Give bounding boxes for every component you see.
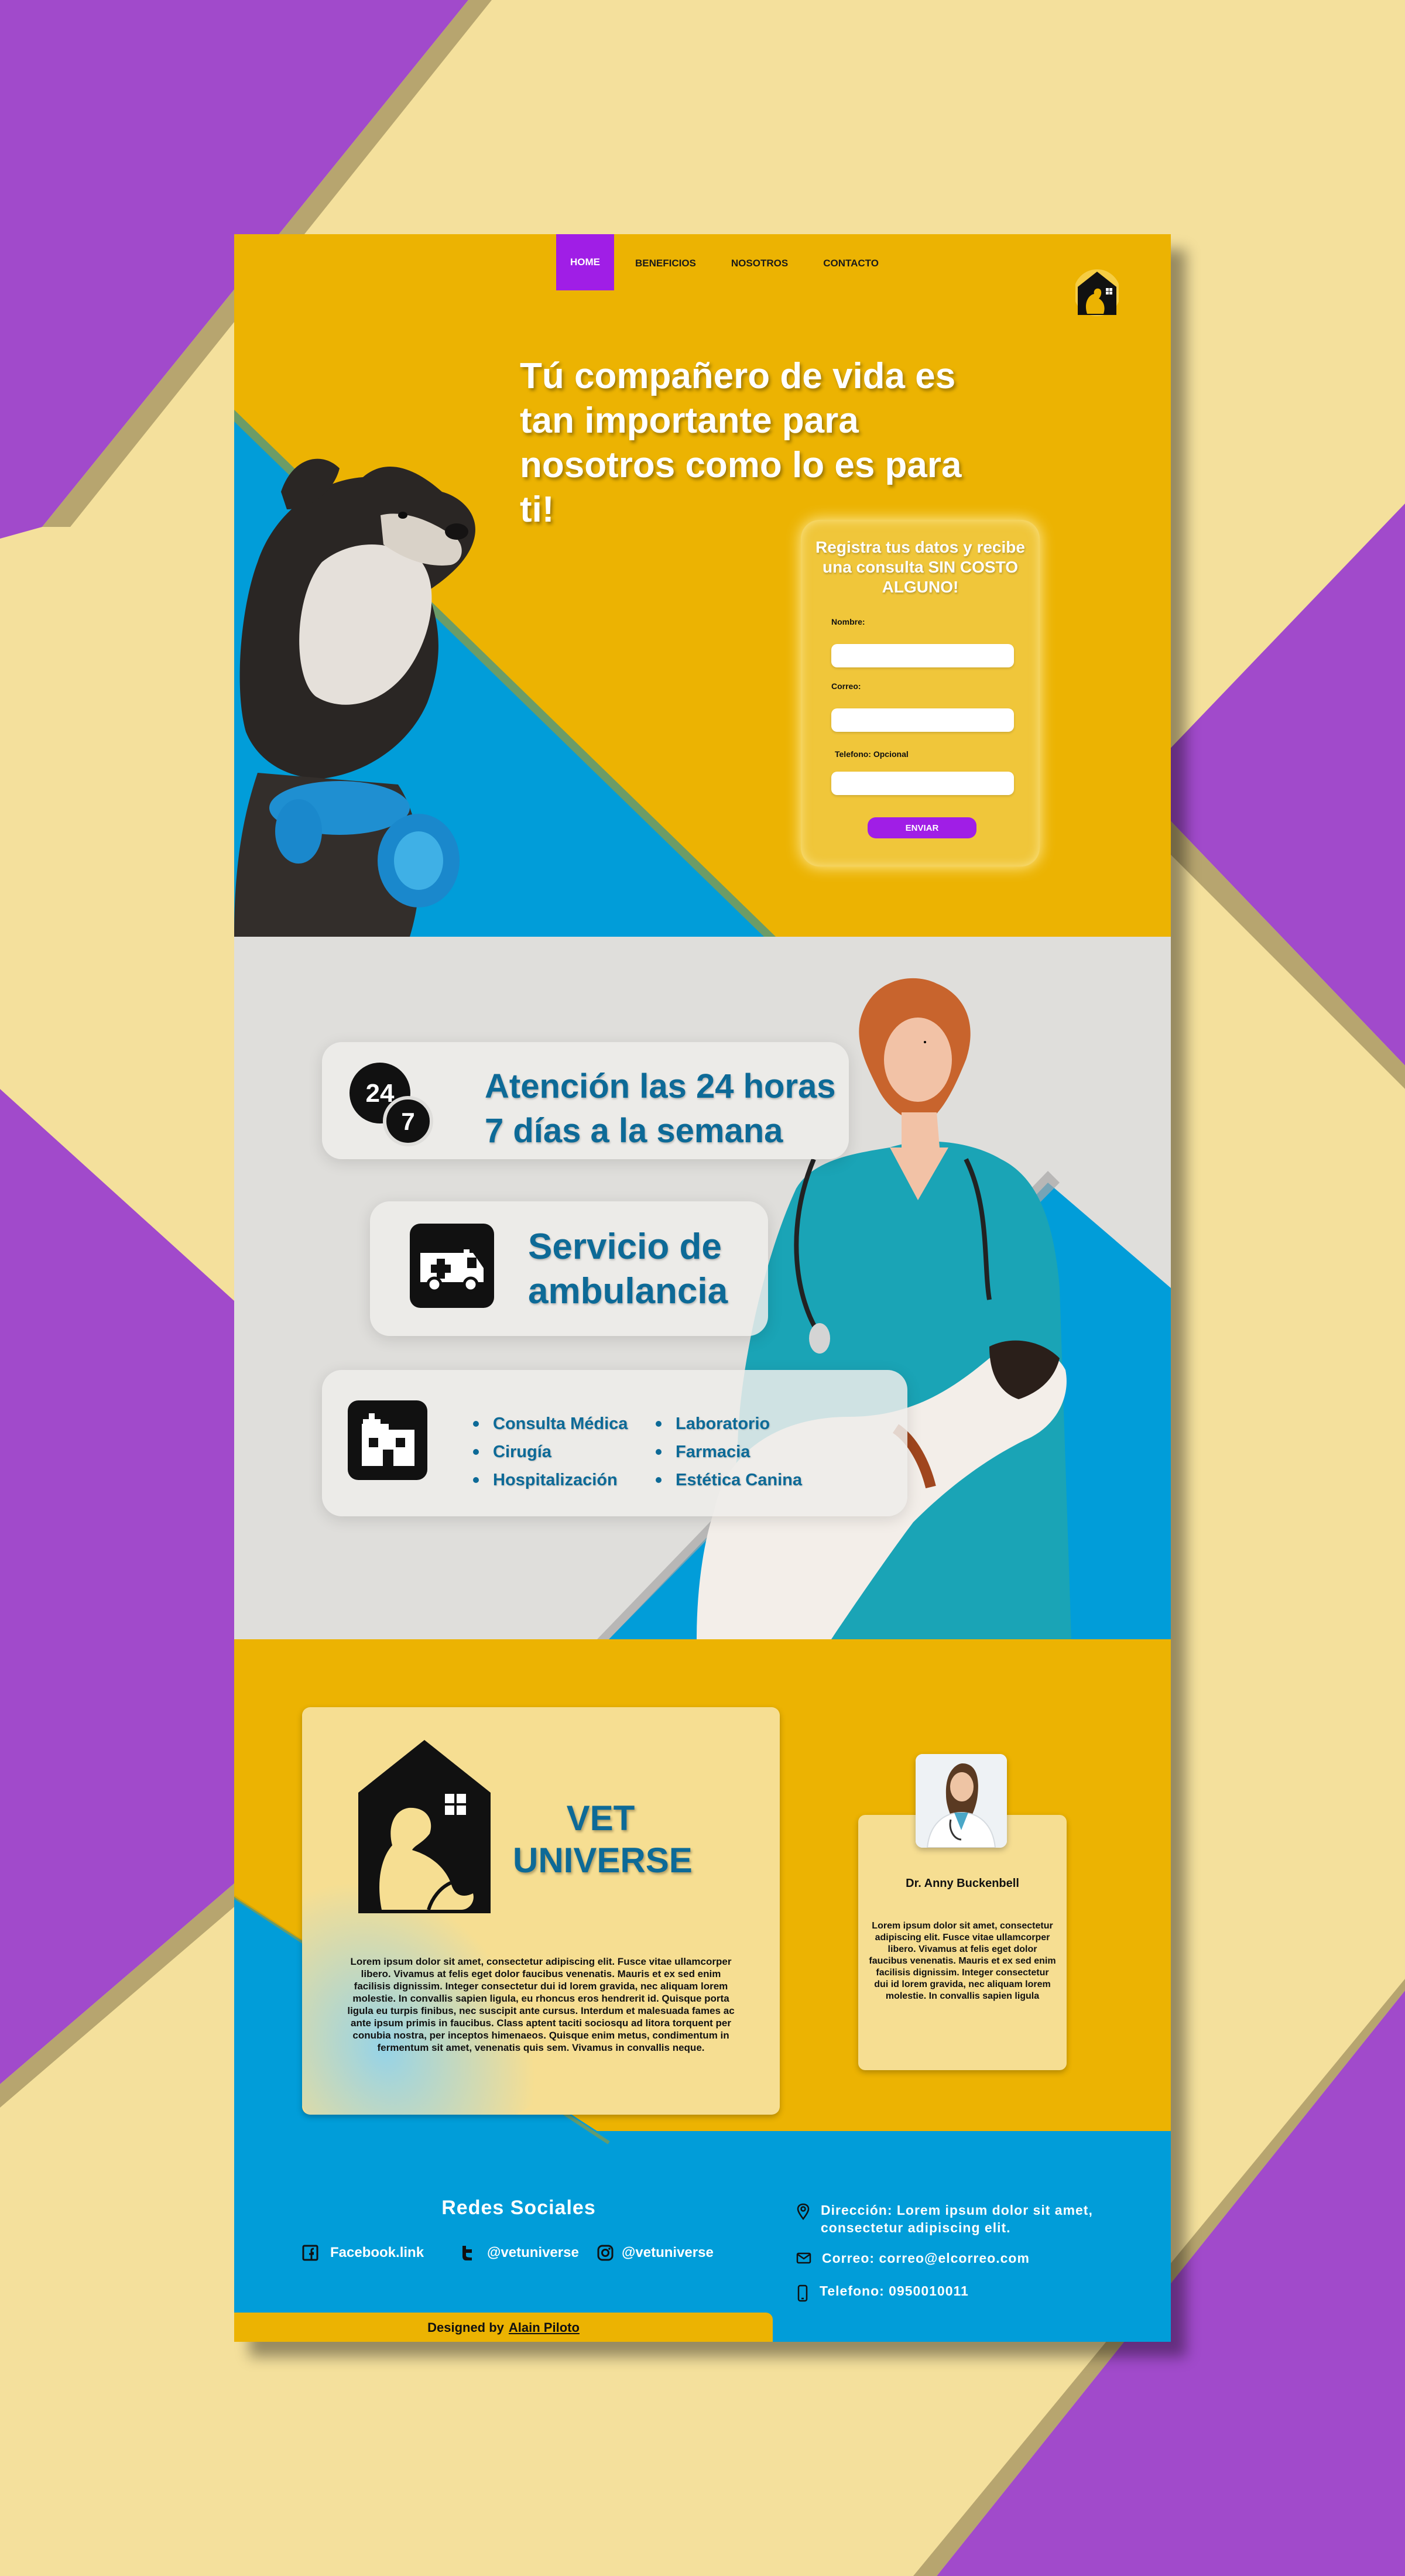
badge-7: 7 [401, 1108, 414, 1135]
email-text: Correo: correo@elcorreo.com [822, 2250, 1030, 2266]
instagram-link[interactable]: @vetuniverse [597, 2241, 714, 2265]
ambulance-icon [410, 1224, 494, 1311]
hero-section: HOME BENEFICIOS NOSOTROS CONTACTO Tú com… [234, 234, 1171, 937]
doctor-card: Dr. Anny Buckenbell Lorem ipsum dolor si… [858, 1815, 1067, 2070]
doctor-avatar [916, 1754, 1007, 1848]
badge-24: 24 [366, 1079, 395, 1108]
service-item: Laboratorio [656, 1410, 802, 1438]
twitter-label: @vetuniverse [487, 2245, 579, 2260]
about-text: Lorem ipsum dolor sit amet, consectetur … [347, 1956, 735, 2053]
nav-contacto[interactable]: CONTACTO [809, 234, 893, 293]
instagram-icon [597, 2245, 614, 2261]
name-label: Nombre: [831, 617, 865, 626]
email-field[interactable] [831, 708, 1014, 732]
nav-home[interactable]: HOME [556, 234, 614, 290]
nav-beneficios[interactable]: BENEFICIOS [621, 234, 710, 293]
phone-item[interactable]: Telefono: 0950010011 [796, 2283, 969, 2302]
address-item: Dirección: Lorem ipsum dolor sit amet, c… [796, 2201, 1093, 2236]
service-item: Consulta Médica [473, 1410, 628, 1438]
ambulance-line-2: ambulancia [528, 1271, 728, 1311]
email-label: Correo: [831, 681, 861, 691]
service-item: Estética Canina [656, 1466, 802, 1494]
location-icon [796, 2202, 810, 2236]
services-section: 24 7 Atención las 24 horas 7 días a la s… [234, 937, 1171, 1639]
credit-bar: Designed by Alain Piloto [234, 2313, 773, 2342]
name-field[interactable] [831, 644, 1014, 667]
phone-label: Telefono: Opcional [835, 749, 909, 759]
service-item: Hospitalización [473, 1466, 628, 1494]
footer: Redes Sociales Facebook.link @vetunivers… [234, 2166, 1171, 2342]
landing-page: HOME BENEFICIOS NOSOTROS CONTACTO Tú com… [234, 234, 1171, 2342]
service-item: Farmacia [656, 1438, 802, 1466]
email-item[interactable]: Correo: correo@elcorreo.com [796, 2250, 1030, 2266]
hero-headline: Tú compañero de vida es tan importante p… [520, 356, 962, 530]
instagram-label: @vetuniverse [622, 2245, 714, 2260]
submit-button[interactable]: ENVIAR [868, 817, 976, 838]
phone-icon [796, 2284, 809, 2302]
phone-text: Telefono: 0950010011 [820, 2283, 969, 2298]
vet-universe-logo-icon [358, 1740, 491, 1916]
twitter-link[interactable]: @vetuniverse [459, 2241, 579, 2265]
about-card: VET UNIVERSE Lorem ipsum dolor sit amet,… [302, 1707, 780, 2115]
24-7-icon: 24 7 [348, 1061, 436, 1152]
services-list-left: Consulta Médica Cirugía Hospitalización [473, 1410, 628, 1494]
address-text: Dirección: Lorem ipsum dolor sit amet, c… [821, 2202, 1093, 2235]
form-title: Registra tus datos y recibe una consulta… [815, 538, 1025, 596]
social-title: Redes Sociales [441, 2197, 596, 2219]
facebook-label: Facebook.link [330, 2245, 424, 2260]
services-list-right: Laboratorio Farmacia Estética Canina [656, 1410, 802, 1494]
registration-form: Registra tus datos y recibe una consulta… [801, 520, 1040, 866]
doctor-name: Dr. Anny Buckenbell [906, 1877, 1019, 1890]
twitter-icon [459, 2245, 475, 2261]
nav-nosotros[interactable]: NOSOTROS [717, 234, 802, 293]
main-nav: HOME BENEFICIOS NOSOTROS CONTACTO [556, 234, 900, 293]
hours-line-2: 7 días a la semana [485, 1112, 783, 1150]
doctor-bio: Lorem ipsum dolor sit amet, consectetur … [869, 1921, 1056, 2001]
phone-field[interactable] [831, 772, 1014, 795]
logo-icon[interactable] [1074, 268, 1120, 320]
designer-link[interactable]: Alain Piloto [509, 2320, 580, 2335]
hours-line-1: Atención las 24 horas [485, 1067, 836, 1105]
service-item: Cirugía [473, 1438, 628, 1466]
credit-prefix: Designed by [427, 2320, 504, 2335]
ambulance-line-1: Servicio de [528, 1227, 722, 1267]
facebook-link[interactable]: Facebook.link [302, 2241, 424, 2265]
facebook-icon [302, 2245, 318, 2261]
mail-icon [796, 2252, 811, 2266]
hospital-icon [348, 1400, 427, 1483]
about-section: VET UNIVERSE Lorem ipsum dolor sit amet,… [234, 1639, 1171, 2166]
about-title: VET UNIVERSE [513, 1799, 693, 1880]
